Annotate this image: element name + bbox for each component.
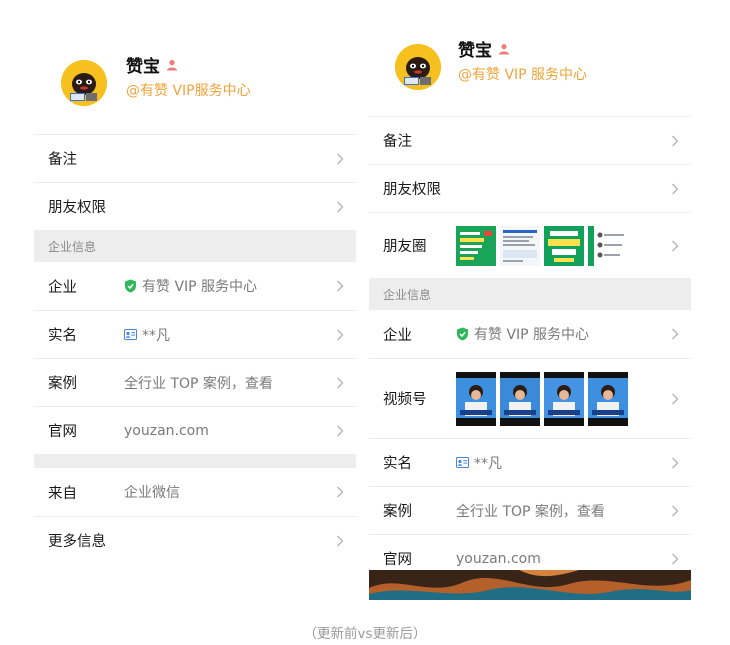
row-label: 官网 bbox=[383, 552, 412, 568]
chevron-right-icon bbox=[671, 457, 679, 469]
profile-name: 赞宝 bbox=[126, 57, 160, 77]
enterprise-name: 有赞 VIP 服务中心 bbox=[474, 327, 590, 343]
section-header-enterprise-info: 企业信息 bbox=[34, 230, 356, 262]
before-profile-panel: 赞宝 @有赞 VIP服务中心 备注 朋友权限 企业信息 企业 有赞 VIP 服务… bbox=[34, 28, 356, 580]
row-label: 朋友权限 bbox=[383, 182, 441, 198]
source-value: 企业微信 bbox=[124, 485, 180, 501]
row-label: 朋友圈 bbox=[383, 239, 427, 255]
moment-thumbnail[interactable] bbox=[456, 225, 496, 266]
row-case[interactable]: 案例 全行业 TOP 案例，查看 bbox=[369, 486, 691, 534]
section-divider bbox=[34, 454, 356, 468]
row-label: 实名 bbox=[383, 456, 412, 472]
chevron-right-icon bbox=[336, 201, 344, 213]
moment-thumbnail[interactable] bbox=[588, 225, 628, 266]
row-more-info[interactable]: 更多信息 bbox=[34, 516, 356, 564]
row-website[interactable]: 官网 youzan.com bbox=[34, 406, 356, 454]
profile-handle: @有赞 VIP服务中心 bbox=[126, 83, 251, 99]
chevron-right-icon bbox=[336, 486, 344, 498]
row-label: 官网 bbox=[48, 424, 77, 440]
row-label: 朋友权限 bbox=[48, 200, 106, 216]
row-friend-permission[interactable]: 朋友权限 bbox=[369, 164, 691, 212]
chevron-right-icon bbox=[671, 553, 679, 565]
row-label: 更多信息 bbox=[48, 534, 106, 550]
profile-header: 赞宝 @有赞 VIP服务中心 bbox=[34, 28, 356, 134]
row-label: 备注 bbox=[383, 134, 412, 150]
person-icon bbox=[166, 59, 178, 71]
video-thumbnail[interactable] bbox=[544, 371, 584, 426]
chevron-right-icon bbox=[671, 505, 679, 517]
moment-thumbnail[interactable] bbox=[500, 225, 540, 266]
real-name-value: **凡 bbox=[474, 455, 502, 472]
website-value: youzan.com bbox=[124, 422, 209, 439]
profile-header: 赞宝 @有赞 VIP 服务中心 bbox=[369, 28, 691, 116]
row-real-name[interactable]: 实名 **凡 bbox=[369, 438, 691, 486]
row-enterprise[interactable]: 企业 有赞 VIP 服务中心 bbox=[34, 262, 356, 310]
video-thumbnail[interactable] bbox=[588, 371, 628, 426]
shield-check-icon bbox=[124, 279, 137, 293]
row-label: 来自 bbox=[48, 485, 77, 502]
enterprise-name: 有赞 VIP 服务中心 bbox=[142, 279, 258, 295]
row-moments[interactable]: 朋友圈 bbox=[369, 212, 691, 278]
section-header-enterprise-info: 企业信息 bbox=[369, 278, 691, 310]
profile-name: 赞宝 bbox=[458, 41, 492, 61]
website-value: youzan.com bbox=[456, 550, 541, 567]
row-label: 案例 bbox=[383, 504, 412, 520]
row-channels[interactable]: 视频号 bbox=[369, 358, 691, 438]
chevron-right-icon bbox=[336, 280, 344, 292]
id-card-icon bbox=[124, 329, 137, 340]
row-remark[interactable]: 备注 bbox=[34, 134, 356, 182]
row-label: 案例 bbox=[48, 376, 77, 392]
background-photo-strip bbox=[369, 570, 691, 600]
row-source[interactable]: 来自 企业微信 bbox=[34, 468, 356, 516]
row-label: 企业 bbox=[48, 279, 77, 296]
chevron-right-icon bbox=[336, 425, 344, 437]
row-enterprise[interactable]: 企业 有赞 VIP 服务中心 bbox=[369, 310, 691, 358]
chevron-right-icon bbox=[671, 135, 679, 147]
row-label: 备注 bbox=[48, 152, 77, 168]
case-value: 全行业 TOP 案例，查看 bbox=[124, 375, 273, 392]
case-value: 全行业 TOP 案例，查看 bbox=[456, 503, 605, 520]
row-real-name[interactable]: 实名 **凡 bbox=[34, 310, 356, 358]
row-friend-permission[interactable]: 朋友权限 bbox=[34, 182, 356, 230]
chevron-right-icon bbox=[671, 240, 679, 252]
chevron-right-icon bbox=[336, 377, 344, 389]
comparison-caption: （更新前vs更新后） bbox=[303, 626, 427, 642]
chevron-right-icon bbox=[671, 393, 679, 405]
row-label: 视频号 bbox=[383, 392, 427, 408]
profile-handle: @有赞 VIP 服务中心 bbox=[458, 67, 588, 83]
after-profile-panel: 赞宝 @有赞 VIP 服务中心 备注 朋友权限 朋友圈 企业信息 企业 有赞 V… bbox=[369, 28, 691, 600]
chevron-right-icon bbox=[671, 183, 679, 195]
avatar[interactable] bbox=[61, 60, 107, 106]
shield-check-icon bbox=[456, 327, 469, 341]
person-icon bbox=[498, 43, 510, 55]
chevron-right-icon bbox=[336, 535, 344, 547]
chevron-right-icon bbox=[671, 328, 679, 340]
video-thumbnail[interactable] bbox=[500, 371, 540, 426]
channels-thumbnails bbox=[456, 371, 628, 426]
id-card-icon bbox=[456, 457, 469, 468]
row-remark[interactable]: 备注 bbox=[369, 116, 691, 164]
row-case[interactable]: 案例 全行业 TOP 案例，查看 bbox=[34, 358, 356, 406]
chevron-right-icon bbox=[336, 329, 344, 341]
avatar[interactable] bbox=[395, 44, 441, 90]
row-label: 实名 bbox=[48, 328, 77, 344]
moment-thumbnail[interactable] bbox=[544, 225, 584, 266]
video-thumbnail[interactable] bbox=[456, 371, 496, 426]
moments-thumbnails bbox=[456, 225, 628, 266]
row-label: 企业 bbox=[383, 327, 412, 344]
real-name-value: **凡 bbox=[142, 327, 170, 344]
chevron-right-icon bbox=[336, 153, 344, 165]
